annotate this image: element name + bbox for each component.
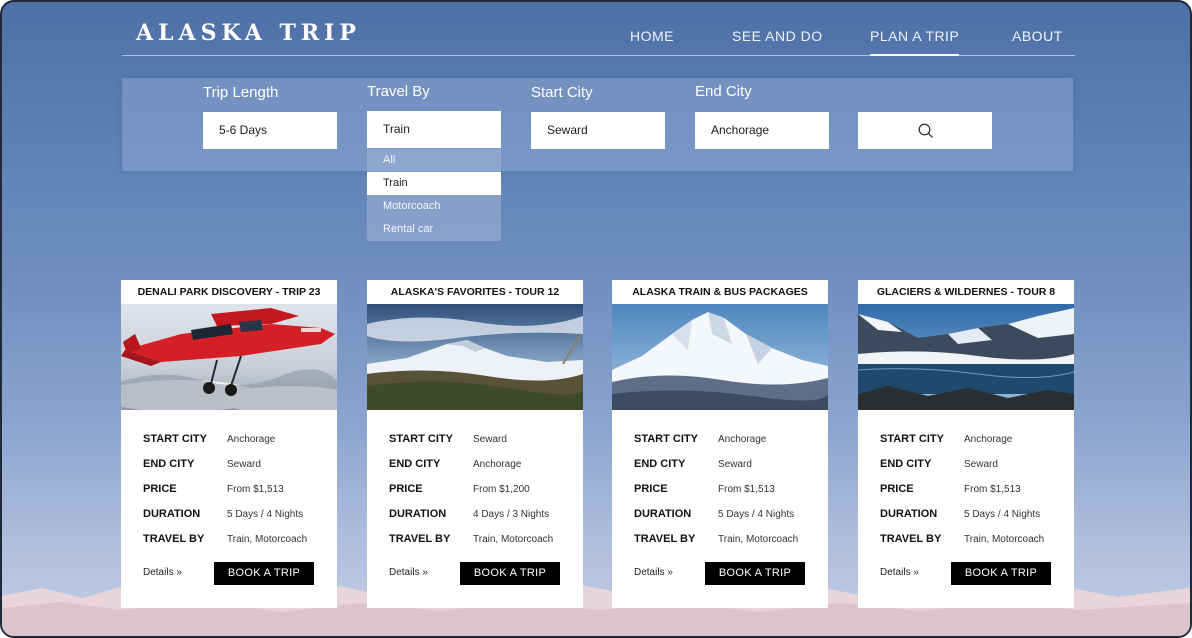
trip-card: ALASKA TRAIN & BUS PACKAGES START CITY A… [612,280,828,608]
travel-by-spec-label: TRAVEL BY [634,533,696,545]
end-city-spec-label: END CITY [880,458,932,470]
trip-length-label: Trip Length [203,84,279,101]
card-image-glacier-lake[interactable] [858,304,1074,410]
travel-by-label: Travel By [367,83,430,100]
nav-see-and-do[interactable]: SEE AND DO [732,28,823,44]
price-spec-label: PRICE [634,483,668,495]
details-label: Details [880,567,911,578]
nav-about[interactable]: ABOUT [1012,28,1063,44]
double-chevron-right-icon: » [422,567,428,578]
duration-spec-label: DURATION [880,508,938,520]
price-value: From $1,513 [964,484,1021,495]
start-city-spec-label: START CITY [634,433,698,445]
end-city-value: Seward [718,459,752,470]
travel-option-motorcoach[interactable]: Motorcoach [367,195,501,218]
price-spec-label: PRICE [880,483,914,495]
app-frame: ALASKA TRIP HOME SEE AND DO PLAN A TRIP … [0,0,1192,638]
price-spec-label: PRICE [389,483,423,495]
card-title: GLACIERS & WILDERNES - TOUR 8 [876,286,1056,298]
end-city-select[interactable]: Anchorage [695,112,829,149]
duration-value: 5 Days / 4 Nights [964,509,1041,520]
double-chevron-right-icon: » [176,567,182,578]
start-city-value: Anchorage [718,434,767,445]
nav-plan-a-trip[interactable]: PLAN A TRIP [870,28,960,56]
end-city-spec-label: END CITY [634,458,686,470]
trip-length-select[interactable]: 5-6 Days [203,112,337,149]
travel-by-value: Train, Motorcoach [964,534,1045,545]
double-chevron-right-icon: » [667,567,673,578]
book-a-trip-button[interactable]: BOOK A TRIP [951,562,1051,585]
details-label: Details [143,567,174,578]
travel-by-value: Train, Motorcoach [473,534,554,545]
price-value: From $1,200 [473,484,530,495]
travel-by-value: Train, Motorcoach [718,534,799,545]
duration-value: 5 Days / 4 Nights [227,509,304,520]
travel-by-select[interactable]: Train [367,111,501,148]
start-city-value: Anchorage [227,434,276,445]
details-label: Details [634,567,665,578]
duration-value: 4 Days / 3 Nights [473,509,550,520]
end-city-spec-label: END CITY [143,458,195,470]
start-city-value: Seward [473,434,507,445]
end-city-value: Anchorage [473,459,522,470]
details-link[interactable]: Details » [389,567,428,578]
end-city-label: End City [695,83,752,100]
travel-by-value: Train, Motorcoach [227,534,308,545]
details-link[interactable]: Details » [143,567,182,578]
main-nav: HOME SEE AND DO PLAN A TRIP ABOUT [2,28,1190,56]
details-label: Details [389,567,420,578]
search-button[interactable] [858,112,992,149]
end-city-value: Seward [964,459,998,470]
price-value: From $1,513 [718,484,775,495]
end-city-spec-label: END CITY [389,458,441,470]
book-a-trip-button[interactable]: BOOK A TRIP [214,562,314,585]
details-link[interactable]: Details » [634,567,673,578]
duration-spec-label: DURATION [143,508,201,520]
nav-home[interactable]: HOME [630,28,674,44]
start-city-select[interactable]: Seward [531,112,665,149]
trip-card: ALASKA'S FAVORITES - TOUR 12 START CITY … [367,280,583,608]
trip-card: GLACIERS & WILDERNES - TOUR 8 START CITY… [858,280,1074,608]
header-divider [122,55,1075,56]
search-icon [918,123,933,138]
start-city-spec-label: START CITY [880,433,944,445]
travel-option-all[interactable]: All [367,149,501,172]
card-title: DENALI PARK DISCOVERY - TRIP 23 [137,286,321,298]
start-city-spec-label: START CITY [143,433,207,445]
book-a-trip-button[interactable]: BOOK A TRIP [460,562,560,585]
duration-value: 5 Days / 4 Nights [718,509,795,520]
travel-option-rental-car[interactable]: Rental car [367,218,501,241]
start-city-spec-label: START CITY [389,433,453,445]
travel-by-dropdown: All Train Motorcoach Rental car [367,149,501,241]
duration-spec-label: DURATION [389,508,447,520]
travel-by-spec-label: TRAVEL BY [143,533,205,545]
card-title: ALASKA TRAIN & BUS PACKAGES [632,286,808,298]
start-city-value: Anchorage [964,434,1013,445]
card-image-mountain-valley[interactable] [367,304,583,410]
card-image-plane[interactable] [121,304,337,410]
price-value: From $1,513 [227,484,284,495]
card-image-snowy-peak[interactable] [612,304,828,410]
travel-by-spec-label: TRAVEL BY [389,533,451,545]
book-a-trip-button[interactable]: BOOK A TRIP [705,562,805,585]
start-city-label: Start City [531,84,593,101]
price-spec-label: PRICE [143,483,177,495]
card-title: ALASKA'S FAVORITES - TOUR 12 [390,286,560,298]
travel-option-train[interactable]: Train [367,172,501,195]
duration-spec-label: DURATION [634,508,692,520]
end-city-value: Seward [227,459,261,470]
details-link[interactable]: Details » [880,567,919,578]
trip-card: DENALI PARK DISCOVERY - TRIP 23 START CI… [121,280,337,608]
double-chevron-right-icon: » [913,567,919,578]
travel-by-spec-label: TRAVEL BY [880,533,942,545]
